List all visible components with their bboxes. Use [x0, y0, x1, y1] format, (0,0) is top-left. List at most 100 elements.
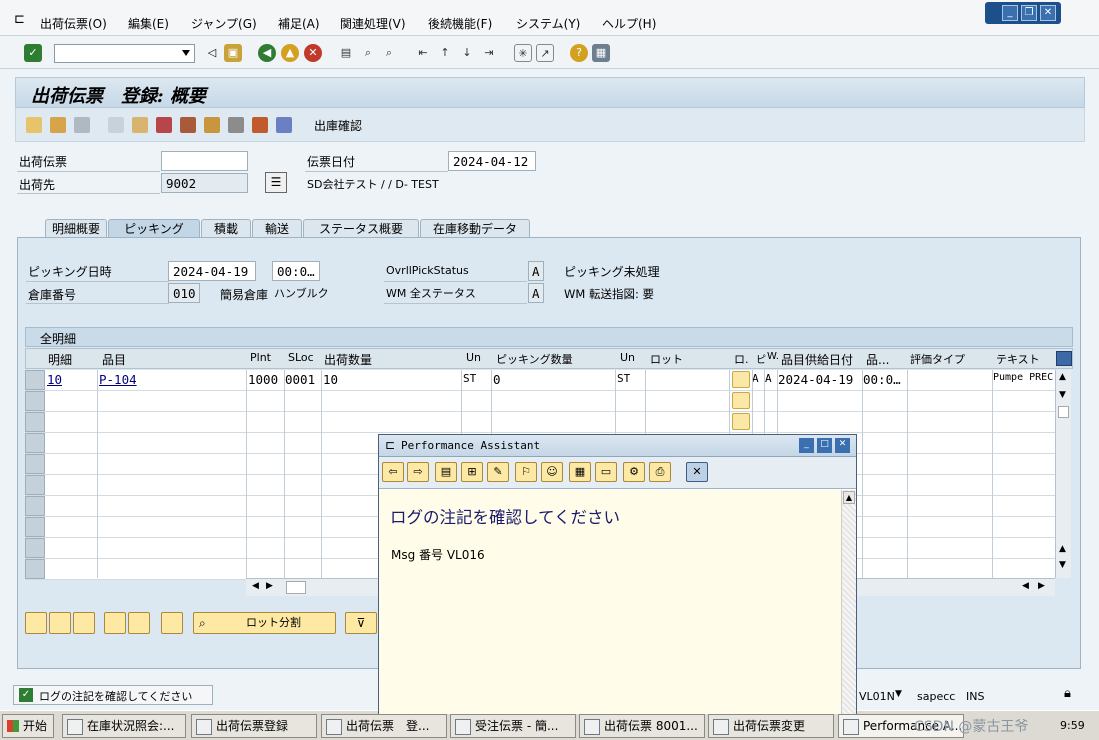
col-header-batch-flag[interactable]: ロ. — [734, 351, 754, 367]
tcode-dropdown-icon[interactable]: ▼ — [895, 689, 902, 699]
dialog-scrollbar[interactable]: ▲ — [841, 490, 856, 714]
cell-sloc[interactable]: 0001 — [285, 372, 315, 387]
back-icon[interactable]: ◀ — [258, 44, 276, 62]
scroll-up-icon[interactable]: ▲ — [1059, 544, 1066, 554]
scroll-thumb[interactable] — [286, 581, 306, 594]
back-arrow-icon[interactable]: ◁ — [203, 44, 221, 62]
close-icon[interactable]: ✕ — [835, 438, 850, 453]
menu-edit[interactable]: 編集(E) — [128, 15, 169, 32]
table-row[interactable] — [25, 412, 1055, 433]
batch-split-button[interactable]: ⌕ ロット分割 — [193, 612, 336, 634]
table-row[interactable]: 10 P-104 1000 0001 10 ST 0 ST A A 2024-0… — [25, 370, 1055, 391]
first-page-icon[interactable]: ⇤ — [414, 44, 432, 62]
maximize-icon[interactable]: □ — [817, 438, 832, 453]
cell-text[interactable]: Pumpe PREC — [993, 372, 1053, 383]
col-header-batch[interactable]: ロット — [650, 351, 730, 367]
col-header-unit2[interactable]: Un — [620, 351, 646, 364]
table-icon[interactable]: ▦ — [569, 462, 591, 482]
col-header-item[interactable]: 明細 — [48, 351, 98, 368]
chevron-down-icon[interactable] — [182, 50, 190, 56]
cell-pick-qty[interactable]: 0 — [493, 372, 501, 387]
document-date-field[interactable]: 2024-04-12 — [448, 151, 536, 171]
cell-plant[interactable]: 1000 — [248, 372, 278, 387]
task-delivery-create2[interactable]: 出荷伝票 登... — [321, 714, 447, 738]
dialog-menu-icon[interactable]: ⊏ — [385, 438, 395, 452]
scroll-right-icon[interactable]: ▶ — [266, 581, 273, 591]
menu-goto[interactable]: ジャンプ(G) — [191, 15, 257, 32]
col-header-unit[interactable]: Un — [466, 351, 492, 364]
scroll-up-icon[interactable]: ▲ — [843, 491, 855, 504]
sort-button[interactable] — [161, 612, 183, 634]
menu-environment[interactable]: 関連処理(V) — [340, 15, 406, 32]
scroll-up-icon[interactable]: ▲ — [1059, 372, 1066, 382]
technical-info-icon[interactable]: ⚐ — [515, 462, 537, 482]
create-icon[interactable] — [50, 117, 66, 133]
cell-material[interactable]: P-104 — [99, 372, 137, 387]
tab-status-overview[interactable]: ステータス概要 — [303, 219, 419, 238]
col-header-plant[interactable]: Plnt — [250, 351, 286, 364]
col-header-avail-date[interactable]: 品目供給日付 — [781, 351, 863, 368]
hat-icon[interactable] — [156, 117, 172, 133]
shortcut-icon[interactable]: ↗ — [536, 44, 554, 62]
details-button[interactable] — [25, 612, 47, 634]
table-vertical-scrollbar[interactable]: ▲ ▼ ▲ ▼ — [1055, 370, 1071, 578]
row-selector[interactable] — [25, 517, 45, 537]
find-next-icon[interactable]: ⌕ — [380, 44, 398, 62]
cell-time[interactable]: 00:0… — [863, 372, 907, 387]
route-icon[interactable] — [228, 117, 244, 133]
col-header-valuation[interactable]: 評価タイプ — [910, 351, 990, 367]
batch-flag-checkbox[interactable] — [732, 371, 750, 388]
tab-loading[interactable]: 積載 — [201, 219, 251, 238]
scroll-left-icon[interactable]: ◀ — [1022, 581, 1029, 591]
back-arrow-icon[interactable]: ⇦ — [382, 462, 404, 482]
row-selector[interactable] — [25, 412, 45, 432]
scroll-down-icon[interactable]: ▼ — [1059, 390, 1066, 400]
cell-avail-date[interactable]: 2024-04-19 — [778, 372, 853, 387]
menu-extras[interactable]: 補足(A) — [278, 15, 320, 32]
forward-arrow-icon[interactable]: ⇨ — [407, 462, 429, 482]
book-icon[interactable]: ▤ — [435, 462, 457, 482]
row-selector[interactable] — [25, 475, 45, 495]
print-icon[interactable]: ⎙ — [649, 462, 671, 482]
shipto-field[interactable]: 9002 — [161, 173, 248, 193]
goods-issue-button[interactable]: 出庫確認 — [314, 117, 362, 134]
row-selector[interactable] — [25, 370, 45, 390]
cell-unit[interactable]: ST — [463, 372, 476, 385]
col-header-pick-qty[interactable]: ピッキング数量 — [496, 351, 616, 367]
partner-icon[interactable] — [132, 117, 148, 133]
delete-row-button[interactable] — [128, 612, 150, 634]
print-icon[interactable]: ▤ — [337, 44, 355, 62]
tab-item-overview[interactable]: 明細概要 — [45, 219, 107, 238]
menu-help[interactable]: ヘルプ(H) — [602, 15, 656, 32]
close-icon[interactable]: ✕ — [1040, 5, 1056, 21]
row-selector[interactable] — [25, 496, 45, 516]
settings-icon[interactable]: ⚙ — [623, 462, 645, 482]
menu-icon[interactable]: ⊏ — [14, 12, 25, 27]
house-icon[interactable] — [252, 117, 268, 133]
col-header-sloc[interactable]: SLoc — [288, 351, 324, 364]
col-header-time[interactable]: 品... — [866, 351, 908, 368]
find-icon[interactable]: ⌕ — [359, 44, 377, 62]
save-icon[interactable]: ▣ — [224, 44, 242, 62]
prev-page-icon[interactable]: ↑ — [436, 44, 454, 62]
task-sales-order[interactable]: 受注伝票 - 簡... — [450, 714, 576, 738]
enter-icon[interactable]: ✓ — [24, 44, 42, 62]
delete-icon[interactable] — [74, 117, 90, 133]
edit-icon[interactable]: ✎ — [487, 462, 509, 482]
minimize-icon[interactable]: _ — [799, 438, 814, 453]
column-settings-icon[interactable] — [1056, 351, 1072, 366]
batch-flag-checkbox[interactable] — [732, 392, 750, 409]
col-header-text[interactable]: テキスト — [996, 351, 1052, 367]
cell-unit2[interactable]: ST — [617, 372, 630, 385]
menu-delivery[interactable]: 出荷伝票(O) — [40, 15, 107, 32]
scroll-right-icon[interactable]: ▶ — [1038, 581, 1045, 591]
tab-transport[interactable]: 輸送 — [252, 219, 302, 238]
deselect-all-button[interactable] — [73, 612, 95, 634]
pick-time-field[interactable]: 00:0… — [272, 261, 320, 281]
stamp-icon[interactable] — [180, 117, 196, 133]
tab-goods-movement[interactable]: 在庫移動データ — [420, 219, 530, 238]
display-change-icon[interactable] — [26, 117, 42, 133]
next-page-icon[interactable]: ↓ — [458, 44, 476, 62]
tab-picking[interactable]: ピッキング — [108, 219, 200, 238]
exit-icon[interactable]: ▲ — [281, 44, 299, 62]
